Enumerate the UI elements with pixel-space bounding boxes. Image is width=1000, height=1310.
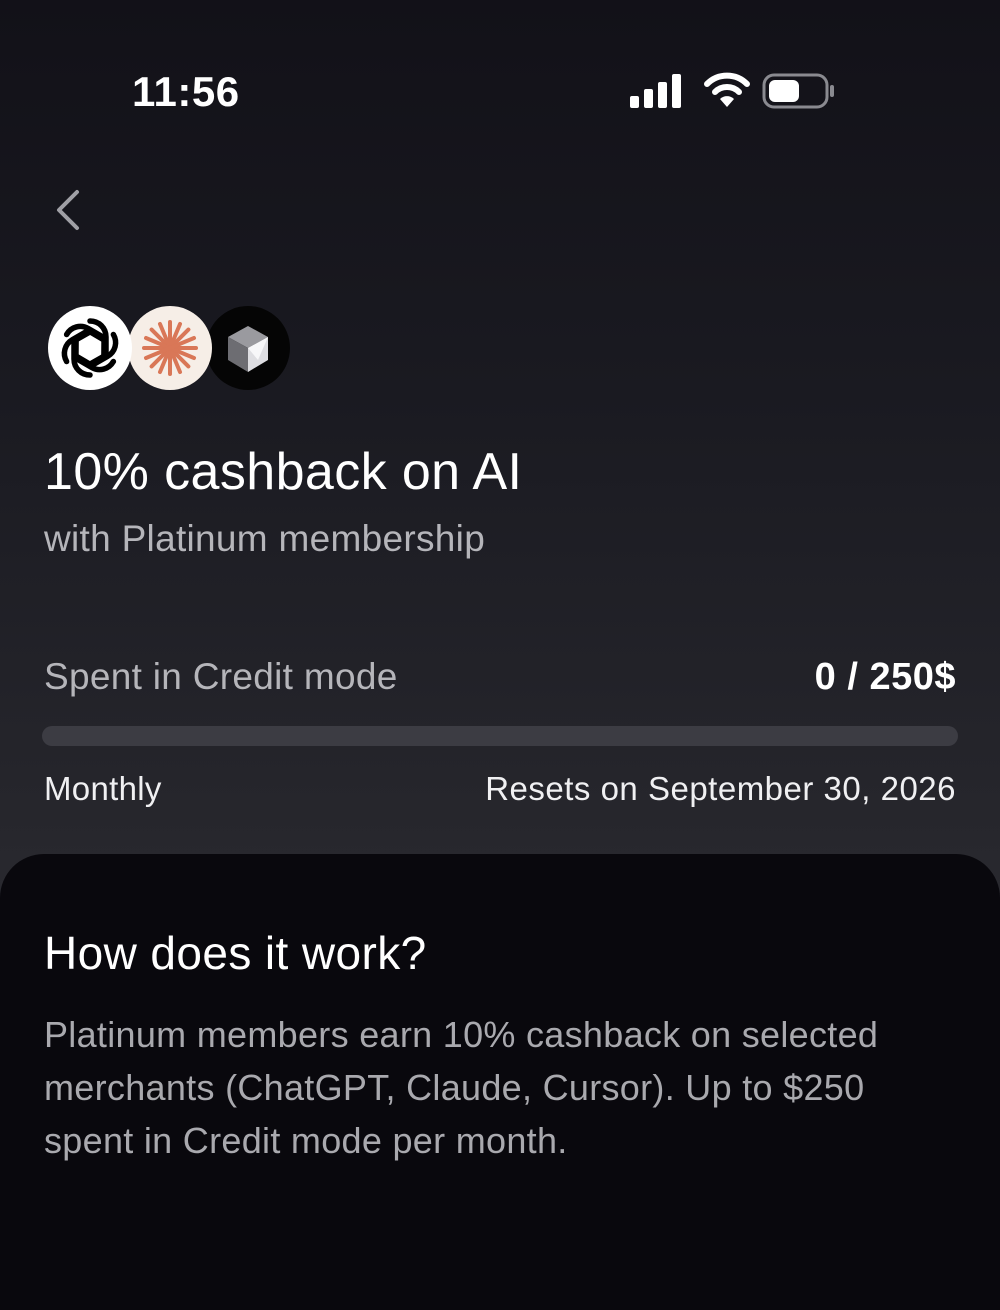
info-sheet: How does it work? Platinum members earn … [0,854,1000,1310]
cursor-logo-icon [206,306,290,390]
back-button[interactable] [40,178,96,242]
chevron-left-icon [57,190,79,230]
info-title: How does it work? [44,927,427,979]
reset-date-label: Resets on September 30, 2026 [485,770,956,807]
spending-progress-bar [42,726,958,746]
offer-title: 10% cashback on AI [44,443,523,501]
spent-label: Spent in Credit mode [44,656,398,697]
wifi-icon [704,72,750,107]
status-time: 11:56 [132,68,240,115]
offer-subtitle: with Platinum membership [44,518,486,559]
claude-burst-icon [142,320,198,376]
claude-logo-icon [128,306,212,390]
openai-logo-icon [48,306,132,390]
battery-icon [762,73,834,109]
openai-knot-icon [61,318,119,378]
cashback-detail-screen: 11:56 10% cashback on AI with Platinum m… [0,0,1000,1310]
cursor-cube-icon [228,326,268,372]
spent-value: 0 / 250$ [814,656,956,698]
period-label: Monthly [44,770,162,807]
signal-icon [630,74,681,108]
info-body: Platinum members earn 10% cashback on se… [44,1014,879,1161]
